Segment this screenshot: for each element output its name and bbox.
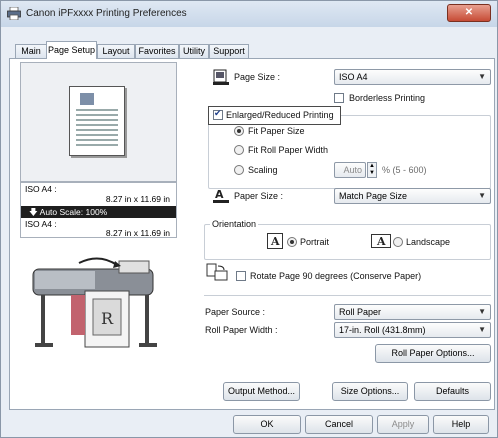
close-button[interactable]: ✕: [447, 4, 491, 22]
rotate-checkbox[interactable]: [236, 271, 246, 281]
svg-text:A: A: [215, 188, 224, 201]
fit-roll-radio[interactable]: [234, 145, 244, 155]
roll-width-label: Roll Paper Width :: [205, 325, 278, 335]
scaling-label: Scaling: [248, 165, 278, 175]
portrait-radio[interactable]: [287, 237, 297, 247]
page-preview: [20, 62, 177, 182]
scaling-spinner[interactable]: ▲ ▼: [367, 162, 377, 178]
chevron-down-icon: ▼: [478, 72, 486, 81]
roll-width-select[interactable]: 17-in. Roll (431.8mm) ▼: [334, 322, 491, 338]
fit-paper-radio[interactable]: [234, 126, 244, 136]
tab-main[interactable]: Main: [15, 44, 47, 59]
defaults-button[interactable]: Defaults: [414, 382, 491, 401]
apply-button[interactable]: Apply: [377, 415, 429, 434]
auto-scale-text: Auto Scale: 100%: [39, 207, 108, 217]
tab-favorites[interactable]: Favorites: [135, 44, 179, 59]
auto-scale-bar: 🡇 Auto Scale: 100%: [21, 206, 176, 218]
chevron-down-icon: ▼: [478, 191, 486, 200]
preview-image-icon: [80, 93, 94, 105]
enlarged-checkbox[interactable]: [213, 108, 223, 120]
rotate-page-icon: [206, 263, 228, 281]
output-size-label: ISO A4 :: [25, 219, 57, 229]
printer-icon: [7, 7, 21, 20]
printer-illustration: R: [32, 257, 157, 348]
help-button[interactable]: Help: [433, 415, 489, 434]
tab-utility[interactable]: Utility: [179, 44, 209, 59]
paper-size-label: Paper Size :: [234, 191, 284, 201]
rotate-label: Rotate Page 90 degrees (Conserve Paper): [250, 271, 422, 281]
chevron-down-icon: ▼: [478, 325, 486, 334]
down-arrow-icon: 🡇: [29, 207, 38, 217]
tab-layout[interactable]: Layout: [97, 44, 135, 59]
chevron-down-icon: ▼: [478, 307, 486, 316]
original-size-dim: 8.27 in x 11.69 in: [105, 194, 170, 204]
output-size-dim: 8.27 in x 11.69 in: [105, 228, 170, 238]
paper-size-select[interactable]: Match Page Size ▼: [334, 188, 491, 204]
landscape-icon: A: [371, 234, 391, 248]
original-size-label: ISO A4 :: [25, 184, 57, 194]
scaling-input[interactable]: Auto: [334, 162, 366, 178]
output-method-button[interactable]: Output Method...: [223, 382, 300, 401]
landscape-label: Landscape: [406, 237, 451, 247]
paper-size-icon: A: [213, 188, 229, 203]
enlarged-highlight: Enlarged/Reduced Printing: [208, 106, 341, 125]
printing-preferences-window: Canon iPFxxxx Printing Preferences ✕ Mai…: [0, 0, 498, 438]
preview-page: [69, 86, 125, 156]
size-info-box: ISO A4 : 8.27 in x 11.69 in 🡇 Auto Scale…: [20, 182, 177, 238]
fit-roll-label: Fit Roll Paper Width: [248, 145, 329, 155]
tab-page-setup[interactable]: Page Setup: [46, 41, 97, 59]
cancel-button[interactable]: Cancel: [305, 415, 373, 434]
size-options-button[interactable]: Size Options...: [332, 382, 408, 401]
fit-paper-label: Fit Paper Size: [248, 126, 305, 136]
portrait-icon: A: [267, 233, 283, 249]
paper-source-label: Paper Source :: [205, 307, 266, 317]
orientation-label: Orientation: [210, 219, 259, 229]
page-size-select[interactable]: ISO A4 ▼: [334, 69, 491, 85]
page-size-label: Page Size :: [234, 72, 281, 82]
title-bar: Canon iPFxxxx Printing Preferences ✕: [1, 1, 497, 27]
svg-text:A: A: [270, 235, 280, 248]
scaling-range-label: % (5 - 600): [382, 165, 427, 175]
separator: [204, 295, 491, 296]
roll-paper-options-button[interactable]: Roll Paper Options...: [375, 344, 491, 363]
scaling-radio[interactable]: [234, 165, 244, 175]
tab-support[interactable]: Support: [209, 44, 249, 59]
ok-button[interactable]: OK: [233, 415, 301, 434]
window-title: Canon iPFxxxx Printing Preferences: [26, 8, 187, 19]
enlarged-label: Enlarged/Reduced Printing: [226, 110, 334, 120]
landscape-radio[interactable]: [393, 237, 403, 247]
portrait-label: Portrait: [300, 237, 330, 247]
svg-text:R: R: [101, 309, 114, 328]
paper-source-select[interactable]: Roll Paper ▼: [334, 304, 491, 320]
borderless-label: Borderless Printing: [349, 93, 426, 103]
svg-text:A: A: [376, 235, 386, 248]
borderless-checkbox[interactable]: [334, 93, 344, 103]
page-size-icon: [213, 69, 229, 85]
